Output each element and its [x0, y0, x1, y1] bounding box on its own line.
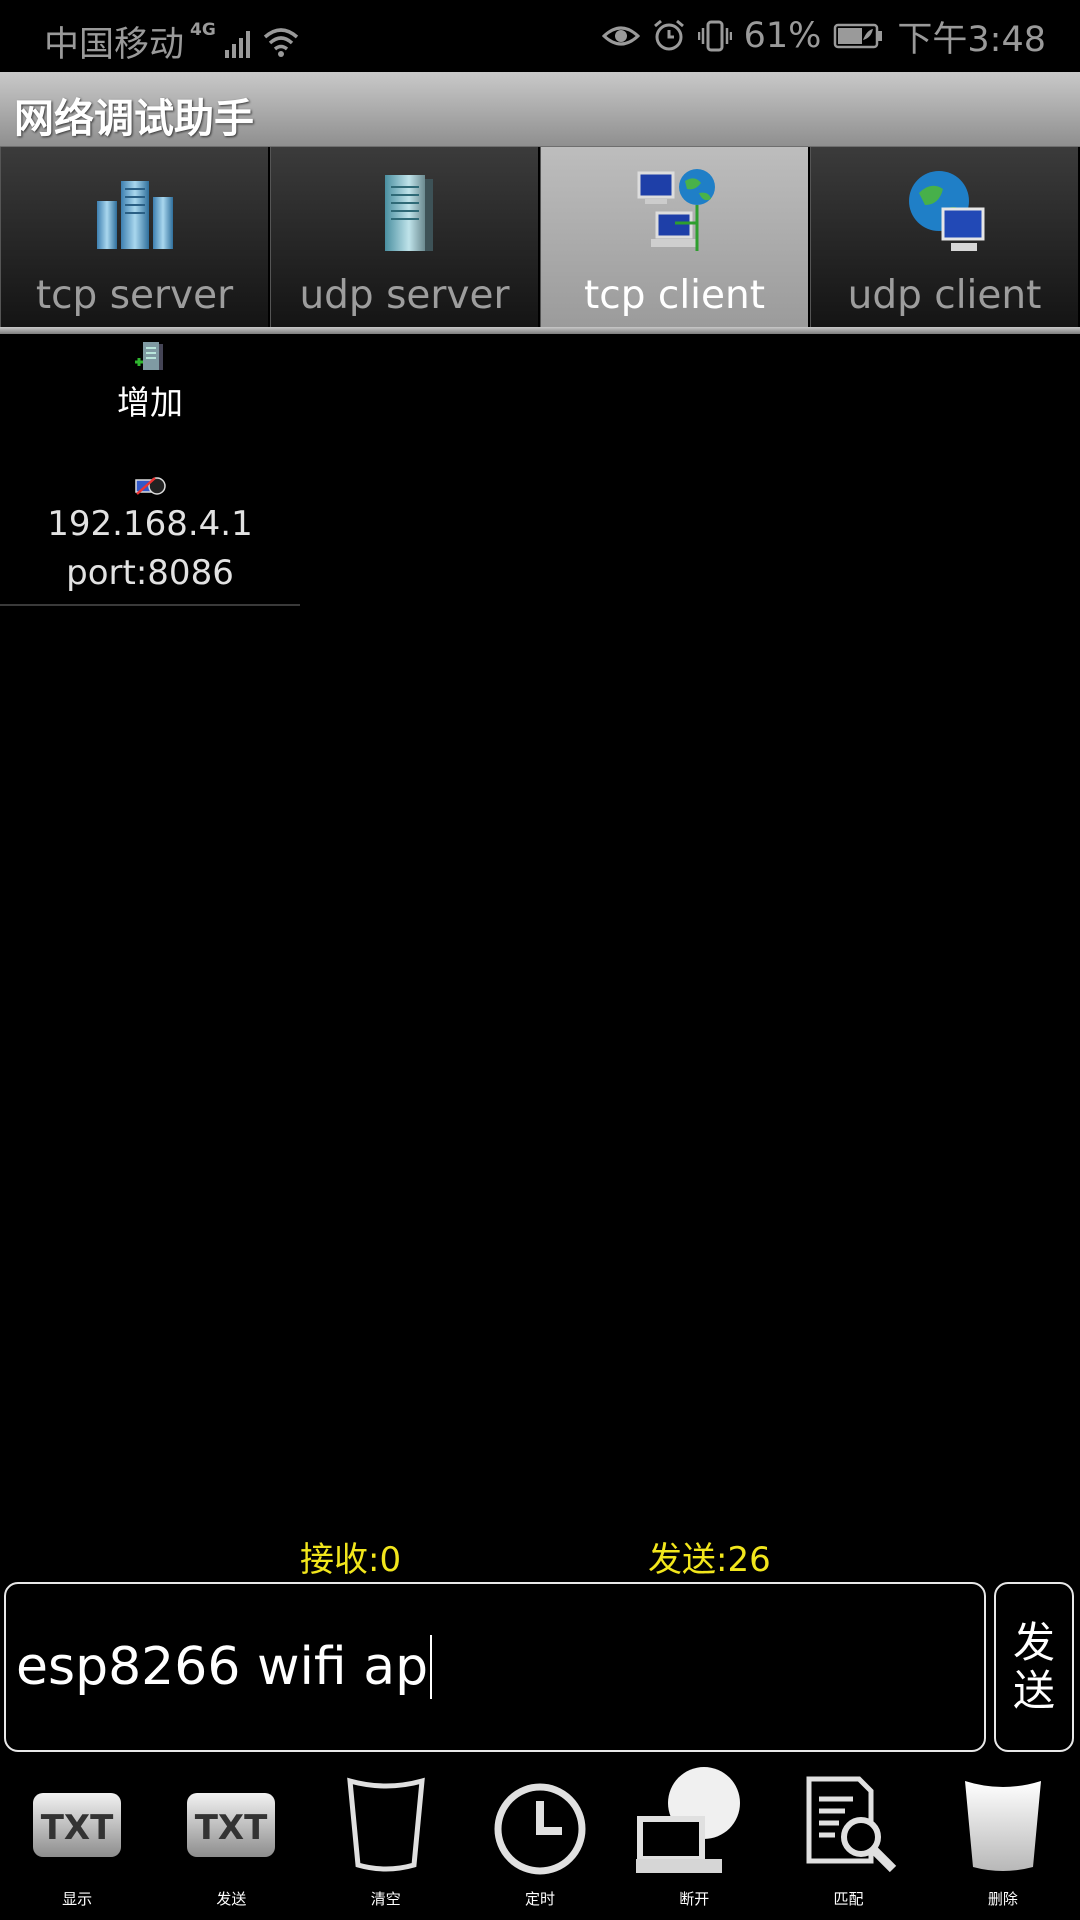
tool-label: 清空	[370, 1890, 401, 1908]
add-connection-label: 增加	[117, 383, 183, 422]
send-button-label: 发送	[1012, 1618, 1055, 1715]
tool-label: 显示	[62, 1890, 93, 1908]
tab-label: tcp server	[35, 273, 234, 318]
document-search-icon	[806, 1776, 896, 1873]
display-txt-button[interactable]: TXT 显示	[0, 1765, 154, 1920]
send-counter: 发送:26	[648, 1540, 771, 1580]
network-computers-icon	[637, 169, 715, 251]
txt-send-icon: TXT	[187, 1793, 276, 1857]
tool-label: 发送	[216, 1890, 247, 1908]
message-input-text: esp8266 wifi ap	[16, 1637, 429, 1697]
tab-label: tcp client	[583, 273, 765, 318]
connection-item[interactable]: 192.168.4.1 port:8086	[0, 450, 300, 598]
network-type-label: 4G	[190, 20, 216, 40]
text-caret	[430, 1635, 433, 1699]
clear-button[interactable]: 清空	[309, 1765, 463, 1920]
wifi-icon	[263, 28, 298, 57]
globe-computer-icon	[908, 171, 984, 251]
server-tower-icon	[384, 175, 433, 251]
signal-icon	[224, 31, 250, 58]
app-screen: 中国移动 4G 61% 下午3:48 网络调试助手 tcp server udp…	[0, 0, 1080, 1920]
delete-button[interactable]: 删除	[926, 1765, 1080, 1920]
tab-udp-server[interactable]: udp server	[270, 147, 540, 327]
delete-cup-icon	[964, 1781, 1041, 1871]
match-button[interactable]: 匹配	[771, 1765, 925, 1920]
network-indicators: 4G	[190, 14, 300, 58]
server-rack-icon	[96, 181, 173, 249]
tool-label: 断开	[679, 1890, 710, 1908]
add-connection-item[interactable]: 增加	[0, 336, 300, 450]
clear-cup-icon	[346, 1777, 425, 1872]
svg-text:TXT: TXT	[41, 1808, 114, 1848]
tab-tcp-server[interactable]: tcp server	[0, 147, 270, 327]
tab-udp-client[interactable]: udp client	[810, 147, 1080, 327]
connection-status-icon	[135, 477, 166, 495]
receive-counter: 接收:0	[300, 1540, 402, 1580]
tool-label: 匹配	[833, 1890, 864, 1908]
tool-label: 定时	[524, 1890, 555, 1908]
send-button[interactable]: 发送	[994, 1582, 1074, 1752]
connection-ip: 192.168.4.1	[47, 504, 253, 544]
timer-button[interactable]: 定时	[463, 1765, 617, 1920]
connection-list: 增加 192.168.4.1 port:8086	[0, 336, 300, 598]
add-server-icon	[135, 342, 163, 370]
clock-time: 下午3:48	[897, 19, 1046, 60]
bottom-toolbar: TXT 显示 TXT 发送 清空 定时 断开 匹配 删除	[0, 1765, 1080, 1920]
app-title-bar: 网络调试助手	[0, 72, 1080, 148]
tool-label: 删除	[987, 1890, 1018, 1908]
battery-icon	[834, 23, 883, 49]
tab-label: udp server	[299, 273, 510, 318]
list-divider	[0, 604, 300, 606]
tab-tcp-client[interactable]: tcp client	[540, 147, 810, 327]
vibrate-icon	[697, 20, 732, 52]
connection-port: port:8086	[66, 553, 234, 593]
eye-icon	[601, 26, 640, 46]
carrier-name: 中国移动	[44, 25, 185, 65]
disconnect-icon	[636, 1767, 741, 1873]
tab-bar: tcp server udp server tcp client udp cli…	[0, 147, 1080, 332]
system-indicators: 61% 下午3:48	[601, 14, 1046, 60]
status-bar: 中国移动 4G 61% 下午3:48	[0, 0, 1080, 72]
disconnect-button[interactable]: 断开	[617, 1765, 771, 1920]
tab-divider	[0, 327, 1080, 334]
txt-display-icon: TXT	[33, 1793, 122, 1857]
tab-label: udp client	[847, 273, 1042, 318]
app-title: 网络调试助手	[14, 96, 254, 142]
battery-percent: 61%	[743, 16, 822, 56]
message-input[interactable]: esp8266 wifi ap	[4, 1582, 986, 1752]
send-txt-button[interactable]: TXT 发送	[154, 1765, 308, 1920]
clock-icon	[494, 1783, 586, 1875]
alarm-icon	[653, 19, 684, 51]
svg-text:TXT: TXT	[195, 1808, 268, 1848]
